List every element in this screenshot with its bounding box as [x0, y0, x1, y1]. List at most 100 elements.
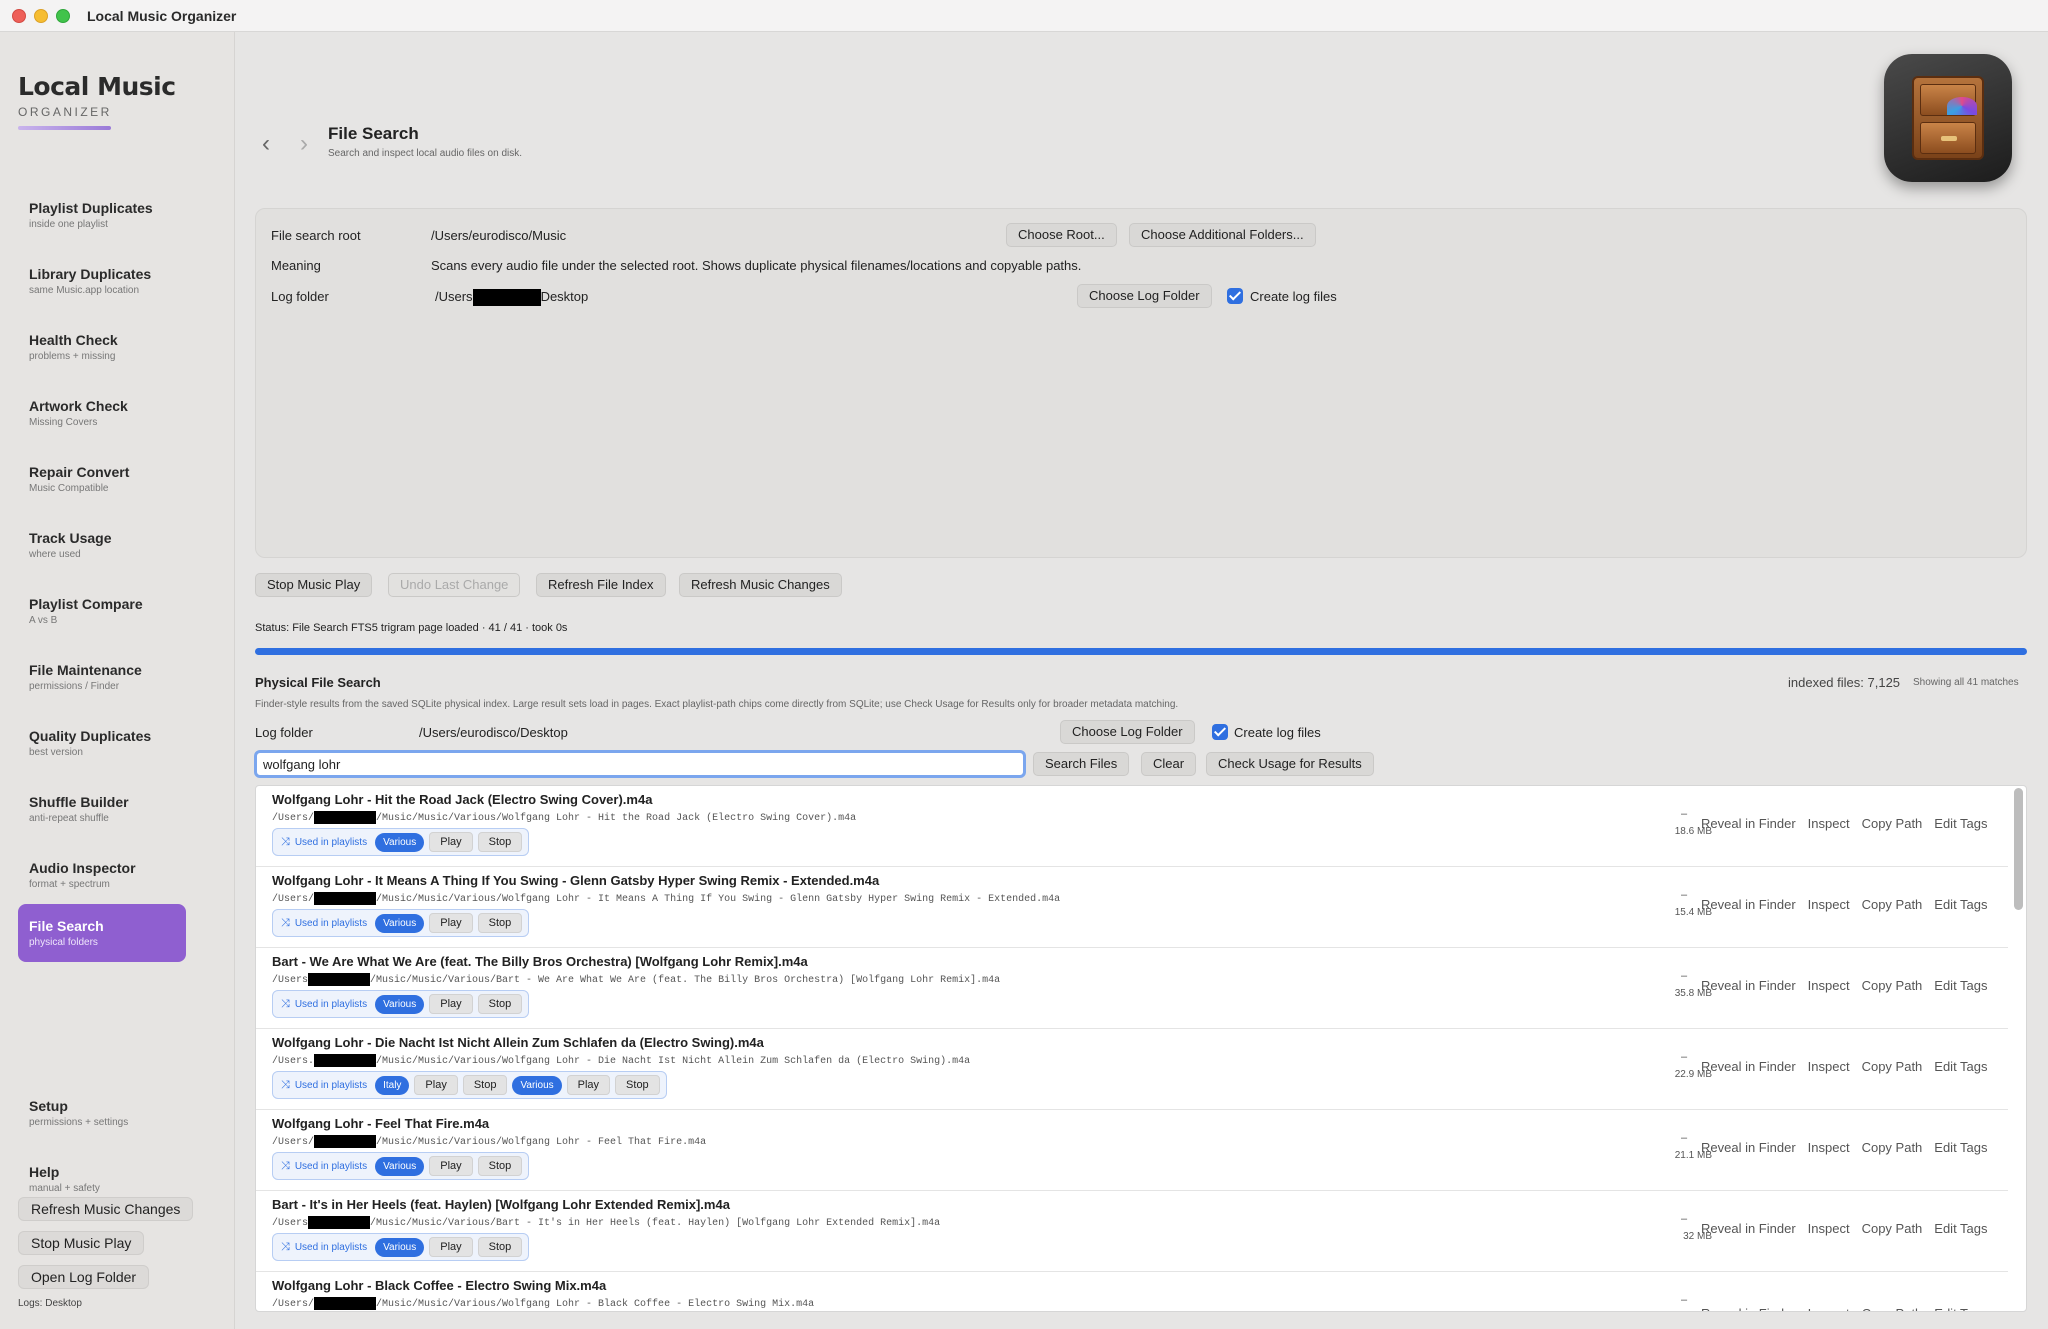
playlist-usage-chips: ⤨ Used in playlists Various Play Stop [272, 990, 530, 1018]
edit-tags-link[interactable]: Edit Tags [1934, 1140, 1987, 1155]
table-row[interactable]: Bart - It's in Her Heels (feat. Haylen) … [256, 1191, 2008, 1272]
play-button[interactable]: Play [429, 832, 473, 852]
playlist-chip[interactable]: Various [375, 832, 425, 852]
edit-tags-link[interactable]: Edit Tags [1934, 978, 1987, 993]
refresh-music-changes-button[interactable]: Refresh Music Changes [679, 573, 842, 597]
copy-path-link[interactable]: Copy Path [1862, 816, 1923, 831]
choose-additional-folders-button[interactable]: Choose Additional Folders... [1129, 223, 1316, 247]
sidebar-item-health-check[interactable]: Health Check problems + missing [18, 318, 186, 376]
search-files-button[interactable]: Search Files [1033, 752, 1130, 776]
zoom-window-button[interactable] [56, 9, 70, 23]
sidebar-item-setup[interactable]: Setup permissions + settings [18, 1084, 186, 1142]
play-button[interactable]: Play [429, 994, 473, 1014]
stop-button[interactable]: Stop [462, 1075, 508, 1095]
table-row[interactable]: Bart - We Are What We Are (feat. The Bil… [256, 948, 2008, 1029]
table-row[interactable]: Wolfgang Lohr - Black Coffee - Electro S… [256, 1272, 2008, 1311]
search-input[interactable] [254, 750, 1026, 778]
sidebar-item-playlist-compare[interactable]: Playlist Compare A vs B [18, 582, 186, 640]
result-actions: Reveal in Finder Inspect Copy Path Edit … [1701, 897, 1988, 912]
playlist-chip[interactable]: Italy [375, 1075, 410, 1095]
search-choose-log-folder-button[interactable]: Choose Log Folder [1060, 720, 1195, 744]
copy-path-link[interactable]: Copy Path [1862, 1221, 1923, 1236]
copy-path-link[interactable]: Copy Path [1862, 1059, 1923, 1074]
inspect-link[interactable]: Inspect [1808, 1306, 1850, 1311]
sidebar-item-playlist-duplicates[interactable]: Playlist Duplicates inside one playlist [18, 186, 186, 244]
playlist-chip[interactable]: Various [375, 1156, 425, 1176]
check-usage-for-results-button[interactable]: Check Usage for Results [1206, 752, 1374, 776]
inspect-link[interactable]: Inspect [1808, 1140, 1850, 1155]
results-list[interactable]: Wolfgang Lohr - Hit the Road Jack (Elect… [255, 785, 2027, 1312]
playlist-chip[interactable]: Various [375, 1237, 425, 1257]
sidebar-refresh-music-changes-button[interactable]: Refresh Music Changes [18, 1197, 194, 1221]
copy-path-link[interactable]: Copy Path [1862, 1140, 1923, 1155]
sidebar-item-file-maintenance[interactable]: File Maintenance permissions / Finder [18, 648, 186, 706]
result-file-name: Bart - It's in Her Heels (feat. Haylen) … [272, 1197, 730, 1212]
copy-path-link[interactable]: Copy Path [1862, 978, 1923, 993]
forward-chevron-icon[interactable]: › [300, 130, 308, 158]
stop-button[interactable]: Stop [477, 913, 523, 933]
minimize-window-button[interactable] [34, 9, 48, 23]
undo-last-change-button[interactable]: Undo Last Change [388, 573, 521, 597]
result-file-path: /Users/Music/Music/Various/Bart - We Are… [272, 973, 1000, 986]
inspect-link[interactable]: Inspect [1808, 978, 1850, 993]
clear-button[interactable]: Clear [1141, 752, 1197, 776]
reveal-in-finder-link[interactable]: Reveal in Finder [1701, 897, 1796, 912]
stop-button[interactable]: Stop [477, 1156, 523, 1176]
sidebar-stop-music-play-button[interactable]: Stop Music Play [18, 1231, 145, 1255]
stop-button[interactable]: Stop [477, 1237, 523, 1257]
play-button[interactable]: Play [414, 1075, 458, 1095]
close-window-button[interactable] [12, 9, 26, 23]
table-row[interactable]: Wolfgang Lohr - It Means A Thing If You … [256, 867, 2008, 948]
search-create-log-files-checkbox[interactable] [1212, 724, 1228, 740]
sidebar-open-log-folder-button[interactable]: Open Log Folder [18, 1265, 150, 1289]
sidebar-item-file-search[interactable]: File Search physical folders [18, 904, 186, 962]
sidebar-item-repair-convert[interactable]: Repair Convert Music Compatible [18, 450, 186, 508]
sidebar-item-shuffle-builder[interactable]: Shuffle Builder anti-repeat shuffle [18, 780, 186, 838]
used-in-playlists-label: ⤨ Used in playlists [281, 835, 368, 848]
reveal-in-finder-link[interactable]: Reveal in Finder [1701, 978, 1796, 993]
sidebar-item-library-duplicates[interactable]: Library Duplicates same Music.app locatio… [18, 252, 186, 310]
table-row[interactable]: Wolfgang Lohr - Die Nacht Ist Nicht Alle… [256, 1029, 2008, 1110]
choose-root-button[interactable]: Choose Root... [1006, 223, 1117, 247]
reveal-in-finder-link[interactable]: Reveal in Finder [1701, 1140, 1796, 1155]
copy-path-link[interactable]: Copy Path [1862, 1306, 1923, 1311]
stop-button[interactable]: Stop [477, 994, 523, 1014]
play-button[interactable]: Play [429, 913, 473, 933]
edit-tags-link[interactable]: Edit Tags [1934, 897, 1987, 912]
stop-music-play-button[interactable]: Stop Music Play [255, 573, 373, 597]
stop-button[interactable]: Stop [477, 832, 523, 852]
play-button[interactable]: Play [566, 1075, 611, 1095]
create-log-files-checkbox[interactable] [1227, 288, 1243, 304]
table-row[interactable]: Wolfgang Lohr - Feel That Fire.m4a /User… [256, 1110, 2008, 1191]
sidebar-item-quality-duplicates[interactable]: Quality Duplicates best version [18, 714, 186, 772]
playlist-chip[interactable]: Various [375, 913, 425, 933]
sidebar-item-audio-inspector[interactable]: Audio Inspector format + spectrum [18, 846, 186, 904]
play-button[interactable]: Play [429, 1237, 473, 1257]
table-row[interactable]: Wolfgang Lohr - Hit the Road Jack (Elect… [256, 786, 2008, 867]
edit-tags-link[interactable]: Edit Tags [1934, 1059, 1987, 1074]
copy-path-link[interactable]: Copy Path [1862, 897, 1923, 912]
reveal-in-finder-link[interactable]: Reveal in Finder [1701, 1306, 1796, 1311]
playlist-usage-chips: ⤨ Used in playlists Various Play Stop [272, 828, 530, 856]
inspect-link[interactable]: Inspect [1808, 1059, 1850, 1074]
reveal-in-finder-link[interactable]: Reveal in Finder [1701, 1059, 1796, 1074]
refresh-file-index-button[interactable]: Refresh File Index [536, 573, 666, 597]
back-chevron-icon[interactable]: ‹ [262, 130, 270, 158]
playlist-chip[interactable]: Various [375, 994, 425, 1014]
sidebar-item-subtitle: problems + missing [29, 351, 116, 362]
reveal-in-finder-link[interactable]: Reveal in Finder [1701, 1221, 1796, 1236]
inspect-link[interactable]: Inspect [1808, 816, 1850, 831]
sidebar-item-track-usage[interactable]: Track Usage where used [18, 516, 186, 574]
edit-tags-link[interactable]: Edit Tags [1934, 1306, 1987, 1311]
edit-tags-link[interactable]: Edit Tags [1934, 816, 1987, 831]
playlist-chip[interactable]: Various [512, 1075, 562, 1095]
sidebar-item-artwork-check[interactable]: Artwork Check Missing Covers [18, 384, 186, 442]
play-button[interactable]: Play [429, 1156, 473, 1176]
results-scrollbar[interactable] [2014, 788, 2023, 910]
stop-button[interactable]: Stop [615, 1075, 660, 1095]
inspect-link[interactable]: Inspect [1808, 897, 1850, 912]
choose-log-folder-button[interactable]: Choose Log Folder [1077, 284, 1212, 308]
inspect-link[interactable]: Inspect [1808, 1221, 1850, 1236]
edit-tags-link[interactable]: Edit Tags [1934, 1221, 1987, 1236]
reveal-in-finder-link[interactable]: Reveal in Finder [1701, 816, 1796, 831]
